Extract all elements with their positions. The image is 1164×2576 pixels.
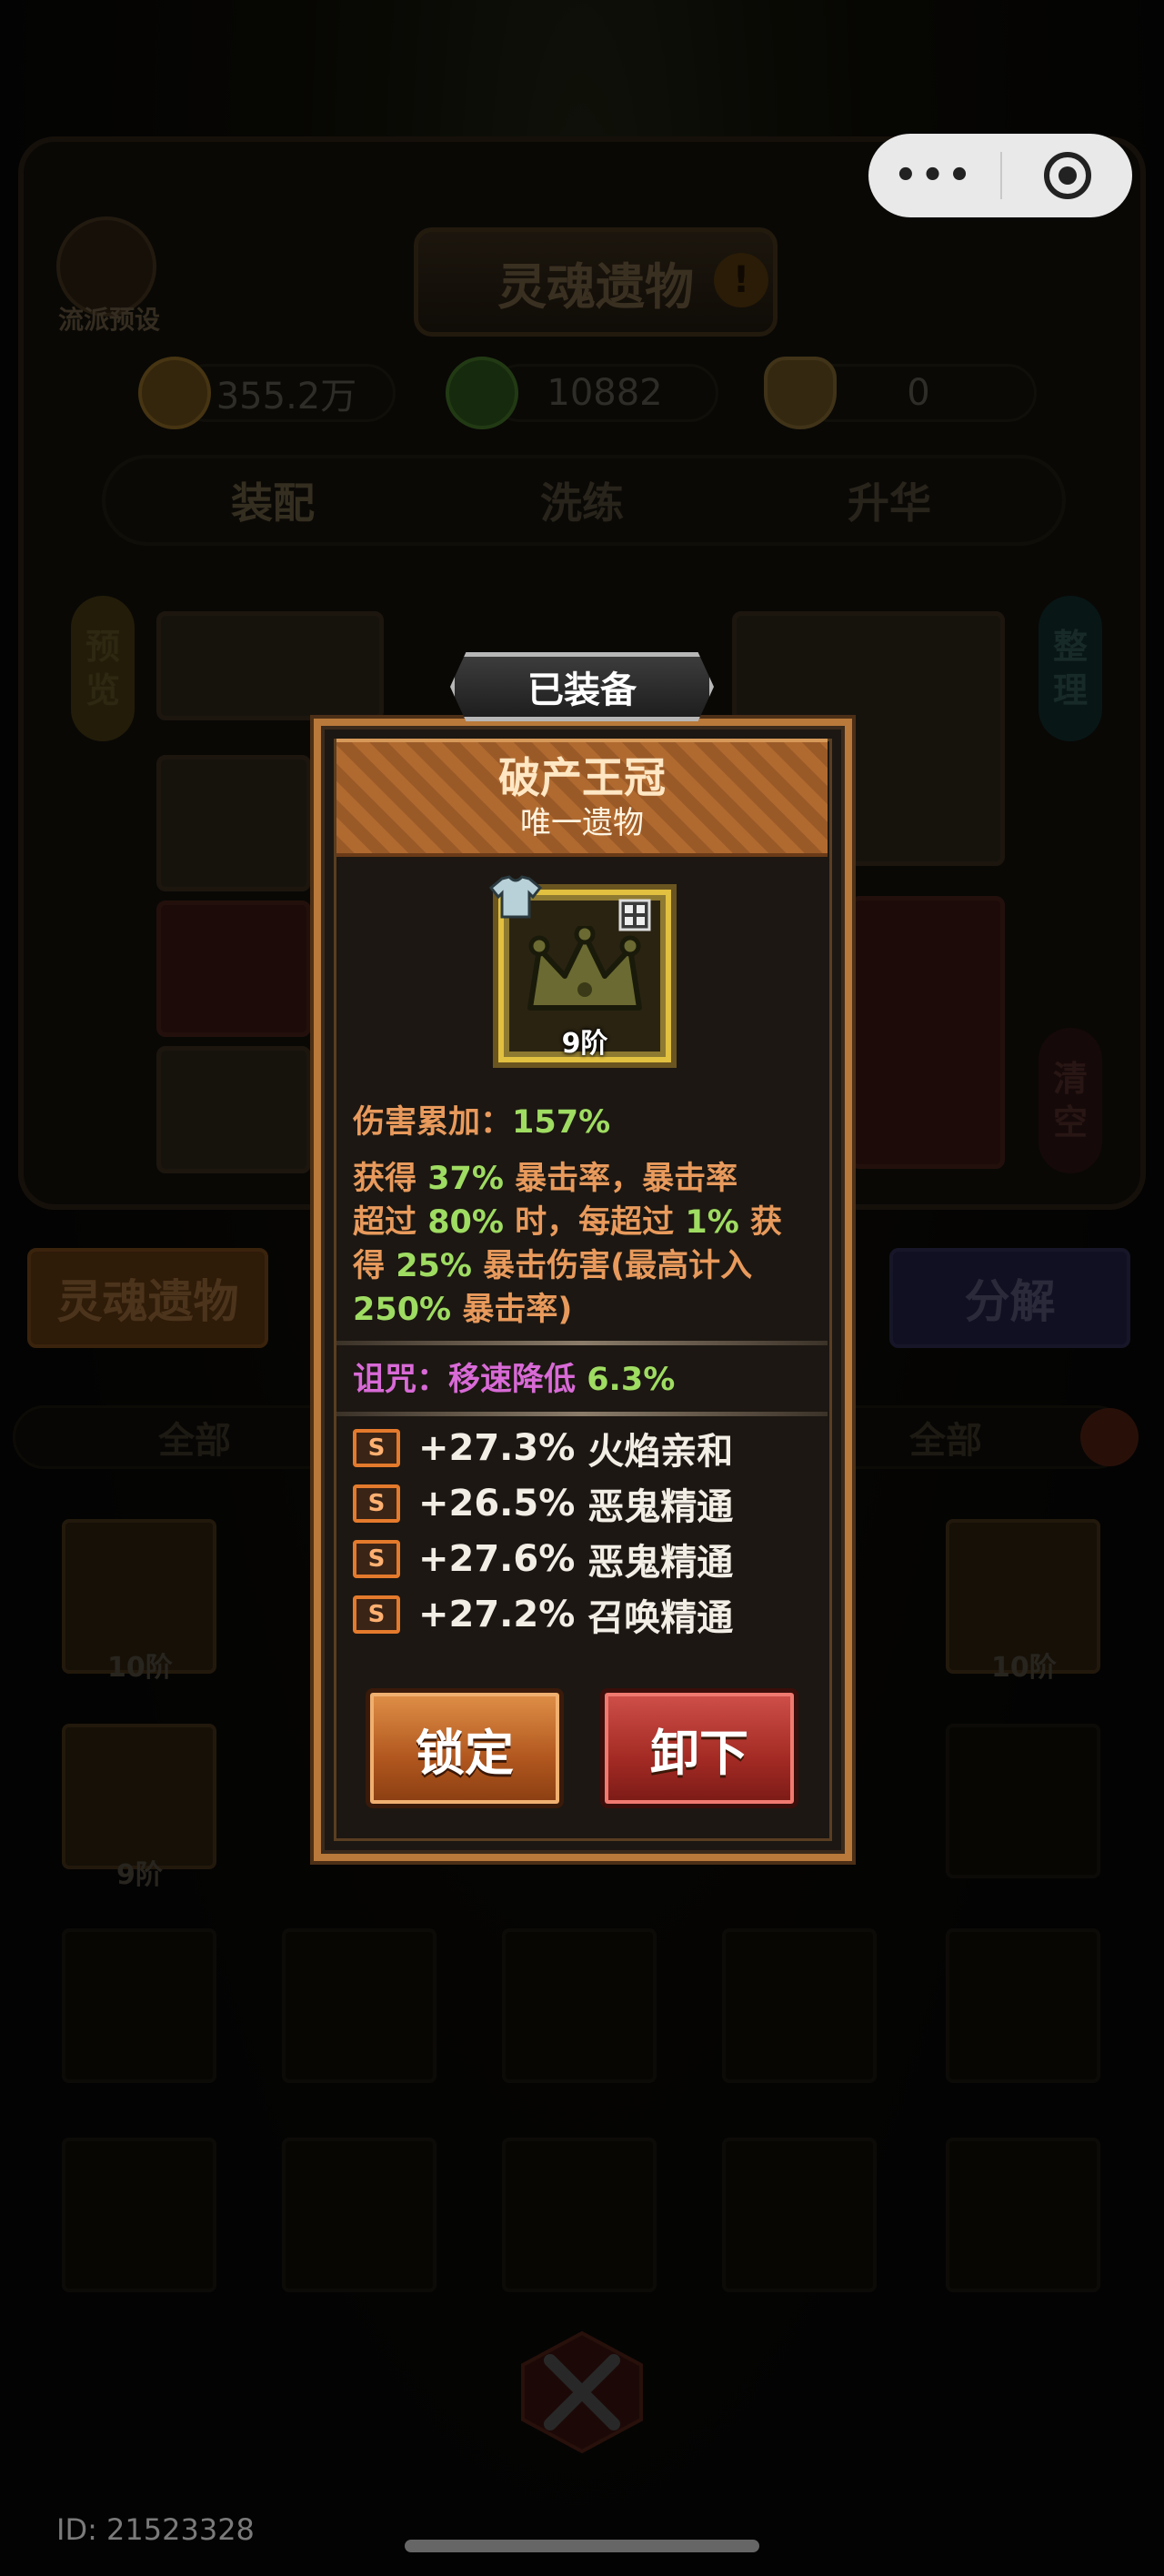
- desc-text: 时，每超过: [515, 1204, 675, 1241]
- affix-row: S +27.6% 恶鬼精通: [353, 1535, 734, 1584]
- tooth-icon: [764, 357, 837, 429]
- user-id: ID: 21523328: [56, 2512, 255, 2547]
- desc-text: 获得: [353, 1161, 417, 1197]
- description-line: 得 25% 暴击伤害(最高计入: [353, 1244, 826, 1288]
- inventory-slot-empty[interactable]: [946, 1928, 1100, 2083]
- tab-ascend[interactable]: 升华: [789, 464, 989, 537]
- game-screen: 流派预设 灵魂遗物 ! 355.2万 10882 0 装配 洗练 升华 预览 整…: [0, 0, 1164, 2576]
- affix-name: 恶鬼精通: [587, 1486, 734, 1528]
- description-line: 250% 暴击率): [353, 1288, 826, 1332]
- curse-label: 诅咒：移速降低: [353, 1362, 577, 1398]
- relic-slot[interactable]: [156, 755, 311, 891]
- affix-name: 召唤精通: [587, 1597, 734, 1639]
- rank-s-badge: S: [353, 1595, 400, 1634]
- affix-row: S +26.5% 恶鬼精通: [353, 1480, 734, 1528]
- desc-text: 暴击率): [462, 1292, 573, 1328]
- damage-value: 157%: [512, 1104, 611, 1141]
- clear-button[interactable]: 清空: [1039, 1028, 1102, 1173]
- damage-label: 伤害累加：: [353, 1104, 513, 1141]
- affix-name: 火焰亲和: [587, 1431, 734, 1473]
- curse-value: 6.3%: [587, 1362, 676, 1398]
- curse-stat: 诅咒：移速降低 6.3%: [353, 1358, 826, 1402]
- inventory-slot-empty[interactable]: [62, 1928, 216, 2083]
- damage-stat: 伤害累加：157%: [353, 1101, 826, 1144]
- inventory-slot-empty[interactable]: [282, 1928, 436, 2083]
- arrange-button[interactable]: 整理: [1039, 596, 1102, 741]
- desc-text: 获: [749, 1204, 782, 1241]
- rank-s-badge: S: [353, 1484, 400, 1523]
- lock-button[interactable]: 锁定: [366, 1688, 564, 1808]
- desc-value: 250%: [353, 1292, 452, 1328]
- rank-s-badge: S: [353, 1429, 400, 1467]
- affix-value: +27.2%: [418, 1594, 576, 1635]
- equipped-tag: 已装备: [450, 652, 714, 721]
- desc-value: 1%: [685, 1204, 739, 1241]
- affix-row: S +27.3% 火焰亲和: [353, 1424, 734, 1473]
- close-miniprogram-button[interactable]: [1002, 134, 1132, 217]
- affix-value: +27.3%: [418, 1427, 576, 1469]
- inventory-slot-empty[interactable]: [946, 2138, 1100, 2292]
- item-rarity: 唯一遗物: [520, 805, 644, 841]
- inventory-item[interactable]: [62, 1724, 216, 1869]
- info-icon[interactable]: !: [714, 253, 768, 307]
- soul-relic-button[interactable]: 灵魂遗物: [27, 1248, 268, 1348]
- tab-reroll[interactable]: 洗练: [482, 464, 682, 537]
- inventory-slot-empty[interactable]: [502, 1928, 657, 2083]
- relic-slot[interactable]: [156, 1046, 311, 1173]
- item-description: 获得 37% 暴击率，暴击率 超过 80% 时，每超过 1% 获 得 25% 暴…: [353, 1157, 826, 1332]
- preset-label[interactable]: 流派预设: [45, 300, 173, 337]
- inventory-tier-label: 9阶: [116, 1859, 163, 1891]
- inventory-tier-label: 10阶: [107, 1652, 173, 1684]
- inventory-slot-empty[interactable]: [282, 2138, 436, 2292]
- divider: [336, 1412, 828, 1416]
- desc-value: 25%: [396, 1248, 472, 1284]
- decompose-button[interactable]: 分解: [889, 1248, 1130, 1348]
- affix-value: +26.5%: [418, 1483, 576, 1524]
- inventory-slot-empty[interactable]: [722, 1928, 877, 2083]
- inventory-slot-empty[interactable]: [62, 2138, 216, 2292]
- target-icon: [1043, 152, 1091, 199]
- divider: [336, 1341, 828, 1345]
- grid-icon: [618, 899, 651, 931]
- inventory-tier-label: 10阶: [991, 1652, 1057, 1684]
- item-tier: 9阶: [561, 1028, 608, 1060]
- miniprogram-capsule: •••: [868, 134, 1132, 217]
- preview-button[interactable]: 预览: [71, 596, 135, 741]
- coin-icon: [138, 357, 211, 429]
- relic-slot[interactable]: [850, 896, 1005, 1169]
- soul-counter: 10882: [491, 364, 718, 422]
- crossed-swords-icon[interactable]: [518, 2329, 646, 2456]
- desc-text: 得: [353, 1248, 386, 1284]
- home-indicator[interactable]: [405, 2540, 759, 2552]
- item-name: 破产王冠: [498, 753, 666, 802]
- desc-value: 80%: [427, 1204, 504, 1241]
- affix-row: S +27.2% 召唤精通: [353, 1591, 734, 1639]
- affix-name: 恶鬼精通: [587, 1542, 734, 1584]
- relic-slot[interactable]: [156, 901, 311, 1037]
- shirt-icon: [489, 875, 542, 919]
- relic-slot[interactable]: [156, 611, 384, 720]
- desc-text: 暴击率，暴击率: [515, 1161, 738, 1197]
- description-line: 获得 37% 暴击率，暴击率: [353, 1157, 826, 1201]
- chevron-down-icon[interactable]: [1080, 1408, 1139, 1466]
- desc-text: 超过: [353, 1204, 417, 1241]
- soul-icon: [446, 357, 518, 429]
- item-name-banner: 破产王冠 唯一遗物: [336, 739, 828, 857]
- rank-s-badge: S: [353, 1540, 400, 1578]
- desc-text: 暴击伤害(最高计入: [483, 1248, 753, 1284]
- tab-equip[interactable]: 装配: [173, 464, 373, 537]
- description-line: 超过 80% 时，每超过 1% 获: [353, 1201, 826, 1244]
- inventory-slot-empty[interactable]: [722, 2138, 877, 2292]
- inventory-slot-empty[interactable]: [946, 1724, 1100, 1878]
- unequip-button[interactable]: 卸下: [600, 1688, 798, 1808]
- crown-icon: [527, 926, 642, 1011]
- more-icon[interactable]: •••: [868, 134, 1000, 217]
- inventory-slot-empty[interactable]: [502, 2138, 657, 2292]
- desc-value: 37%: [427, 1161, 504, 1197]
- affix-value: +27.6%: [418, 1538, 576, 1580]
